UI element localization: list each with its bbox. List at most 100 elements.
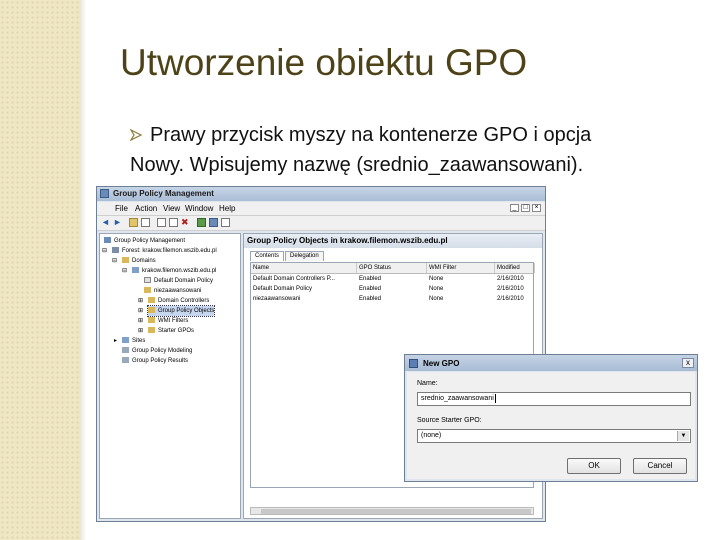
col-name[interactable]: Name [251, 263, 357, 273]
gpm-menubar: File Action View Window Help _ □ × [97, 202, 545, 216]
expand-icon[interactable]: ⊞ [138, 306, 143, 316]
starter-folder-icon [148, 327, 155, 334]
menu-window[interactable]: Window [185, 204, 213, 213]
tree-node-domain[interactable]: krakow.filemon.wszib.edu.pl [132, 266, 216, 276]
collapse-icon[interactable]: ⊟ [122, 266, 127, 276]
gpm-titlebar: Group Policy Management [97, 187, 545, 201]
gpm-app-icon [100, 189, 109, 198]
tree-node-starter-gpos[interactable]: Starter GPOs [148, 326, 194, 336]
tree-node-niezaawansowani[interactable]: niezaawansowani [144, 286, 201, 296]
properties-icon[interactable] [221, 218, 230, 227]
back-arrow-icon[interactable]: ◄ [101, 218, 110, 227]
row-status: Enabled [359, 296, 382, 302]
row-modified: 2/16/2010 [497, 276, 524, 282]
refresh-icon[interactable] [197, 218, 206, 227]
col-gpo-status[interactable]: GPO Status [357, 263, 427, 273]
tree-node-domains[interactable]: Domains [122, 256, 156, 266]
horizontal-scrollbar[interactable] [250, 507, 534, 515]
gpo-name-input[interactable]: srednio_zaawansowani [417, 392, 691, 406]
tree-node-domain-controllers[interactable]: Domain Controllers [148, 296, 209, 306]
copy-icon[interactable] [157, 218, 166, 227]
row-name: niezaawansowani [253, 296, 301, 302]
text-caret [494, 393, 496, 403]
gpo-link-icon [144, 277, 151, 284]
close-icon[interactable]: × [532, 204, 541, 212]
tree-node-modeling[interactable]: Group Policy Modeling [122, 346, 192, 356]
bullet-point: Prawy przycisk myszy na kontenerze GPO i… [130, 120, 700, 180]
dialog-close-button[interactable]: x [682, 358, 694, 368]
row-wmi: None [429, 276, 444, 282]
gpm-toolbar: ◄ ► ✖ [97, 216, 545, 231]
minimize-icon[interactable]: _ [510, 204, 519, 212]
ou-folder-icon [148, 297, 155, 304]
cancel-button[interactable]: Cancel [633, 458, 687, 474]
collapse-icon[interactable]: ⊟ [102, 246, 107, 256]
name-label: Name: [417, 380, 438, 387]
forest-icon [112, 247, 119, 254]
tree-node-results[interactable]: Group Policy Results [122, 356, 188, 366]
ok-button[interactable]: OK [567, 458, 621, 474]
menu-action[interactable]: Action [135, 204, 157, 213]
tab-delegation[interactable]: Delegation [285, 251, 324, 261]
details-header: Group Policy Objects in krakow.filemon.w… [244, 234, 542, 248]
tree-node-default-policy[interactable]: Default Domain Policy [144, 276, 213, 286]
dialog-body: Name: srednio_zaawansowani Source Starte… [407, 372, 695, 479]
gpm-title: Group Policy Management [113, 189, 214, 198]
row-modified: 2/16/2010 [497, 296, 524, 302]
row-wmi: None [429, 286, 444, 292]
menu-help[interactable]: Help [219, 204, 235, 213]
paste-icon[interactable] [169, 218, 178, 227]
scroll-thumb[interactable] [261, 509, 531, 514]
collapse-icon[interactable]: ⊟ [112, 256, 117, 266]
bullet-line-1: Prawy przycisk myszy na kontenerze GPO i… [150, 124, 592, 146]
expand-icon[interactable]: ⊞ [138, 296, 143, 306]
menu-file[interactable]: File [115, 204, 128, 213]
starter-gpo-select[interactable]: (none) ▼ [417, 429, 691, 443]
modeling-icon [122, 347, 129, 354]
restore-icon[interactable]: □ [521, 204, 530, 212]
domains-folder-icon [122, 257, 129, 264]
gpo-folder-icon [148, 307, 155, 314]
bullet-line-2: Nowy. Wpisujemy nazwę (srednio_zaawansow… [130, 154, 584, 176]
show-tree-icon[interactable] [141, 218, 150, 227]
ou-folder-icon [144, 287, 151, 294]
details-tabs: Contents Delegation [250, 251, 325, 261]
tree-node-gpo-container[interactable]: Group Policy Objects [146, 305, 216, 317]
tab-contents[interactable]: Contents [250, 251, 285, 261]
sites-icon [122, 337, 129, 344]
folder-up-icon[interactable] [129, 218, 138, 227]
tree-node-gpm[interactable]: Group Policy Management [104, 236, 185, 246]
gpm-node-icon [104, 237, 111, 244]
wmi-folder-icon [148, 317, 155, 324]
new-gpo-dialog: New GPO x Name: srednio_zaawansowani Sou… [404, 354, 698, 482]
row-name: Default Domain Controllers P... [253, 276, 335, 282]
expand-icon[interactable]: ⊞ [138, 326, 143, 336]
row-status: Enabled [359, 286, 382, 292]
expand-icon[interactable]: ⊞ [138, 316, 143, 326]
starter-gpo-value: (none) [421, 432, 442, 439]
dialog-title: New GPO [423, 359, 460, 368]
help-icon[interactable] [209, 218, 218, 227]
col-modified[interactable]: Modified [495, 263, 535, 273]
col-wmi-filter[interactable]: WMI Filter [427, 263, 495, 273]
starter-gpo-label: Source Starter GPO: [417, 417, 482, 424]
gpo-name-value: srednio_zaawansowani [421, 395, 494, 402]
expand-icon[interactable]: ▸ [114, 336, 117, 346]
domain-icon [132, 267, 139, 274]
delete-icon[interactable]: ✖ [181, 218, 190, 227]
tree-node-wmi-filters[interactable]: WMI Filters [148, 316, 188, 326]
dialog-titlebar: New GPO x [405, 355, 697, 371]
gpo-icon [409, 359, 418, 368]
menu-view[interactable]: View [163, 204, 180, 213]
tree-node-forest[interactable]: Forest: krakow.filemon.wszib.edu.pl [112, 246, 217, 256]
console-tree: Group Policy Management ⊟ Forest: krakow… [99, 233, 241, 519]
row-name: Default Domain Policy [253, 286, 313, 292]
bullet-arrow-icon [130, 129, 143, 141]
table-header: Name GPO Status WMI Filter Modified [251, 263, 535, 274]
results-icon [122, 357, 129, 364]
slide-title: Utworzenie obiektu GPO [120, 42, 528, 83]
forward-arrow-icon[interactable]: ► [113, 218, 122, 227]
row-wmi: None [429, 296, 444, 302]
dropdown-arrow-icon[interactable]: ▼ [677, 431, 689, 441]
tree-node-sites[interactable]: Sites [122, 336, 145, 346]
